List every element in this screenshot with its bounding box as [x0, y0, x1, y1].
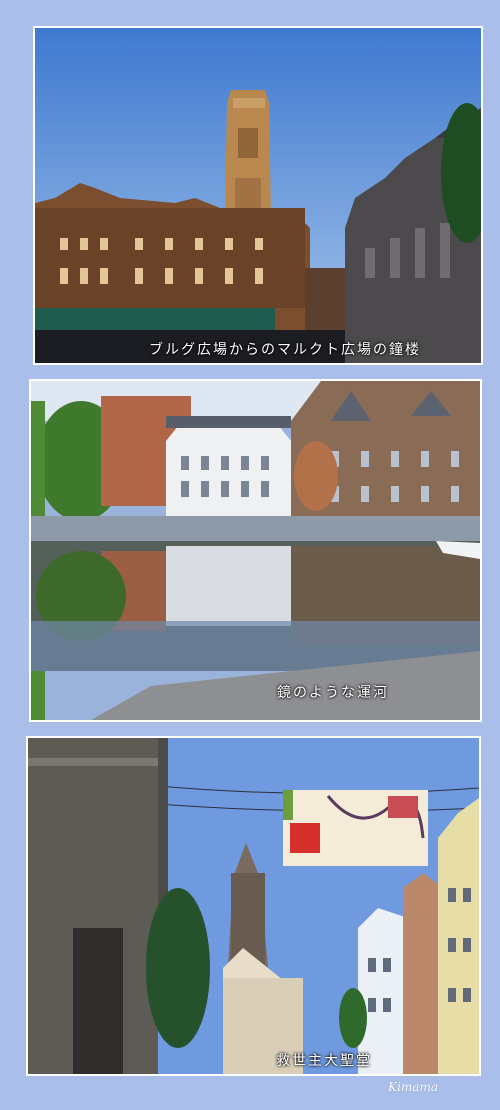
- photo-canal: [31, 381, 480, 720]
- photo-cathedral: [28, 738, 479, 1074]
- photo-canal-frame: 鏡のような運河: [29, 379, 482, 722]
- photo-cathedral-frame: 救世主大聖堂: [26, 736, 481, 1076]
- photo-belfry-frame: ブルグ広場からのマルクト広場の鐘楼: [33, 26, 483, 365]
- photo-cathedral-caption: 救世主大聖堂: [276, 1053, 372, 1069]
- signature: Kimama: [388, 1080, 438, 1094]
- photo-belfry-caption: ブルグ広場からのマルクト広場の鐘楼: [149, 342, 421, 358]
- photo-belfry: [35, 28, 481, 363]
- photo-canal-caption: 鏡のような運河: [277, 685, 389, 701]
